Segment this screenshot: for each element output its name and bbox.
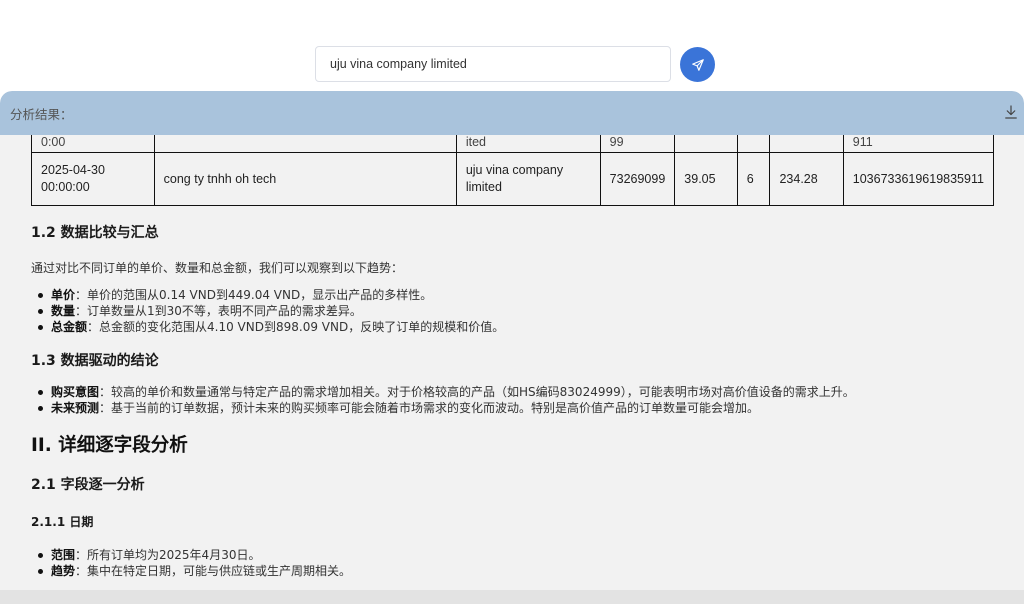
- list-item: 趋势：集中在特定日期，可能与供应链或生产周期相关。: [31, 563, 994, 579]
- table-cell-company: uju vina company limited: [455, 152, 601, 206]
- send-button[interactable]: [680, 47, 715, 82]
- download-icon[interactable]: [1002, 103, 1020, 121]
- table-cell-id: 1036733619619835911: [842, 152, 995, 206]
- table-cell-total: 234.28: [769, 152, 844, 206]
- search-box: [315, 46, 671, 82]
- section-heading: 1.3 数据驱动的结论: [31, 353, 159, 369]
- result-panel: 分析结果： 0:00 ited 99 911 2025-04-30 00:00:…: [0, 91, 1024, 604]
- list-item: 范围：所有订单均为2025年4月30日。: [31, 547, 994, 563]
- bullet-list: 购买意图：较高的单价和数量通常与特定产品的需求增加相关。对于价格较高的产品（如H…: [31, 384, 994, 416]
- subsection-heading: 2.1.1 日期: [31, 515, 94, 529]
- table-cell-date: 2025-04-30 00:00:00: [31, 152, 155, 206]
- section-heading: 1.2 数据比较与汇总: [31, 225, 159, 241]
- result-content: 0:00 ited 99 911 2025-04-30 00:00:00 con…: [31, 122, 995, 579]
- bullet-list: 单价：单价的范围从0.14 VND到449.04 VND，显示出产品的多样性。 …: [31, 287, 994, 335]
- table-cell-unit-price: 39.05: [674, 152, 738, 206]
- result-panel-header: 分析结果：: [0, 91, 1024, 135]
- table-cell-quantity: 6: [736, 152, 771, 206]
- list-item: 总金额：总金额的变化范围从4.10 VND到898.09 VND，反映了订单的规…: [31, 319, 994, 335]
- section-heading: 2.1 字段逐一分析: [31, 477, 145, 493]
- search-input[interactable]: [315, 46, 671, 82]
- bullet-list: 范围：所有订单均为2025年4月30日。 趋势：集中在特定日期，可能与供应链或生…: [31, 547, 994, 579]
- table-row: 2025-04-30 00:00:00 cong ty tnhh oh tech…: [31, 152, 995, 206]
- section-paragraph: 通过对比不同订单的单价、数量和总金额，我们可以观察到以下趋势：: [31, 261, 404, 275]
- chapter-heading: II. 详细逐字段分析: [31, 435, 188, 456]
- list-item: 未来预测：基于当前的订单数据，预计未来的购买频率可能会随着市场需求的变化而波动。…: [31, 400, 994, 416]
- list-item: 数量：订单数量从1到30不等，表明不同产品的需求差异。: [31, 303, 994, 319]
- table-cell-importer: cong ty tnhh oh tech: [153, 152, 457, 206]
- table-cell-hs-code: 73269099: [599, 152, 676, 206]
- list-item: 购买意图：较高的单价和数量通常与特定产品的需求增加相关。对于价格较高的产品（如H…: [31, 384, 994, 400]
- panel-footer: [0, 590, 1024, 604]
- result-panel-title: 分析结果：: [10, 107, 73, 122]
- send-icon: [691, 58, 704, 71]
- list-item: 单价：单价的范围从0.14 VND到449.04 VND，显示出产品的多样性。: [31, 287, 994, 303]
